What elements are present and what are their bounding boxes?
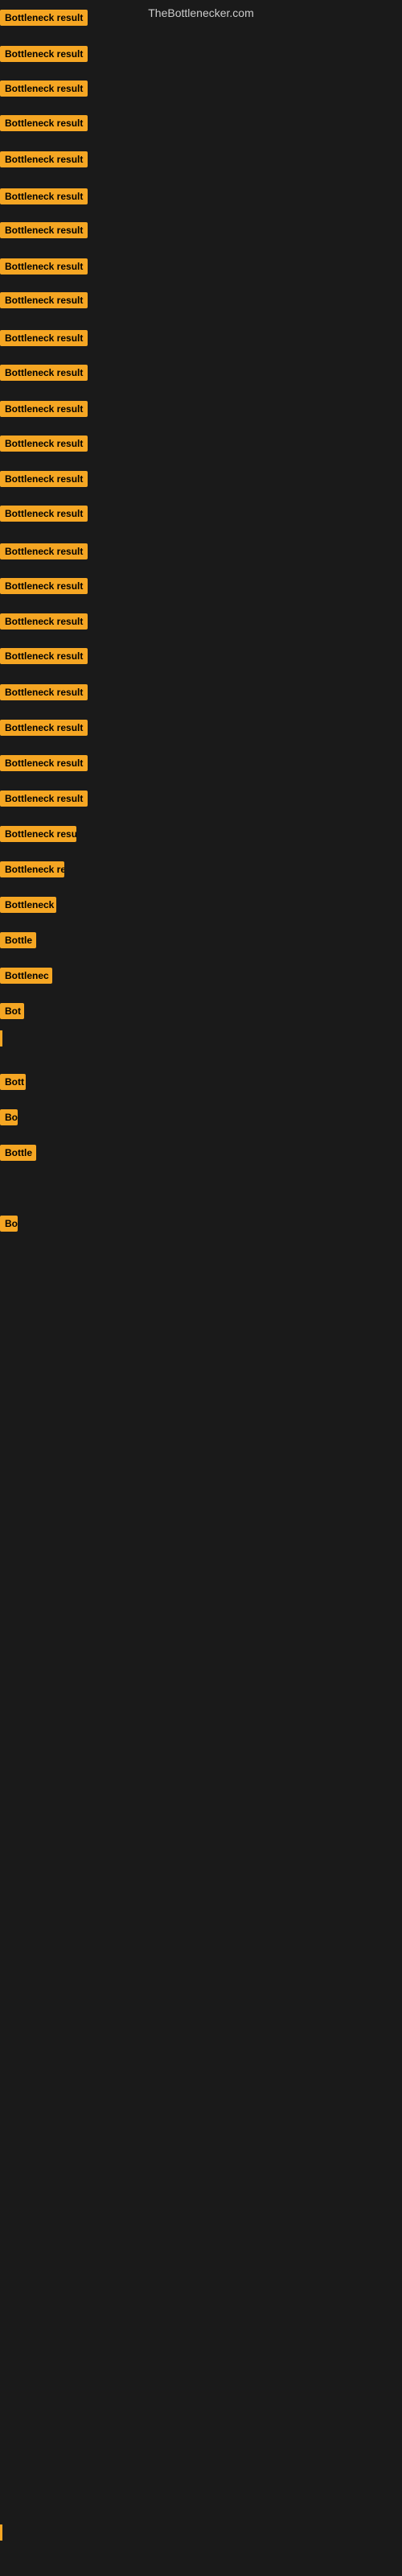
- bottleneck-badge[interactable]: Bottle: [0, 932, 36, 948]
- bottleneck-badge[interactable]: Bottleneck result: [0, 80, 88, 97]
- bottleneck-row: Bottleneck result: [0, 648, 88, 664]
- bottleneck-row: Bottleneck result: [0, 292, 88, 308]
- bottleneck-badge[interactable]: Bottleneck: [0, 897, 56, 913]
- bottleneck-badge[interactable]: Bottleneck result: [0, 684, 88, 700]
- bottleneck-row: Bottleneck result: [0, 861, 64, 877]
- bottleneck-badge[interactable]: Bottleneck result: [0, 506, 88, 522]
- bottleneck-row: Bo: [0, 1109, 18, 1125]
- bottleneck-row: Bottleneck result: [0, 115, 88, 131]
- bottleneck-badge[interactable]: Bottleneck result: [0, 188, 88, 204]
- bottleneck-row: Bottleneck result: [0, 791, 88, 807]
- bottleneck-badge[interactable]: Bottleneck result: [0, 151, 88, 167]
- bottleneck-badge[interactable]: Bottlenec: [0, 968, 52, 984]
- bottleneck-badge[interactable]: Bot: [0, 1003, 24, 1019]
- bottleneck-row: Bottleneck result: [0, 401, 88, 417]
- bottleneck-badge[interactable]: Bottleneck result: [0, 292, 88, 308]
- bottleneck-row: Bottleneck result: [0, 365, 88, 381]
- bottleneck-badge[interactable]: Bottleneck result: [0, 648, 88, 664]
- bottleneck-row: Bottlenec: [0, 968, 52, 984]
- bottleneck-badge[interactable]: Bottleneck result: [0, 791, 88, 807]
- bottleneck-row: Bottleneck result: [0, 80, 88, 97]
- bottleneck-badge[interactable]: Bottleneck result: [0, 46, 88, 62]
- bottleneck-row: Bottleneck result: [0, 330, 88, 346]
- bottleneck-row: Bottleneck result: [0, 151, 88, 167]
- bottleneck-row: Bottleneck result: [0, 258, 88, 275]
- bottleneck-row: Bottleneck result: [0, 826, 76, 842]
- bottleneck-badge[interactable]: Bottleneck result: [0, 436, 88, 452]
- bottleneck-badge[interactable]: Bo: [0, 1216, 18, 1232]
- bottleneck-badge[interactable]: Bottleneck result: [0, 10, 88, 26]
- bottleneck-badge[interactable]: Bottleneck result: [0, 543, 88, 559]
- bottleneck-badge[interactable]: Bottle: [0, 1145, 36, 1161]
- bottleneck-row: Bottleneck result: [0, 222, 88, 238]
- bottleneck-badge[interactable]: Bottleneck result: [0, 826, 76, 842]
- bottleneck-badge[interactable]: Bottleneck result: [0, 861, 64, 877]
- bottleneck-badge[interactable]: Bottleneck result: [0, 365, 88, 381]
- bottleneck-row: Bottle: [0, 1145, 36, 1161]
- bottleneck-badge[interactable]: Bottleneck result: [0, 222, 88, 238]
- bottleneck-row: Bottleneck result: [0, 684, 88, 700]
- bottleneck-badge[interactable]: Bottleneck result: [0, 578, 88, 594]
- bottleneck-row: Bottleneck result: [0, 755, 88, 771]
- bottleneck-badge[interactable]: Bott: [0, 1074, 26, 1090]
- bottleneck-row: Bottleneck result: [0, 613, 88, 630]
- bottleneck-row: Bottleneck result: [0, 10, 88, 26]
- bottleneck-row: Bottleneck result: [0, 471, 88, 487]
- bottleneck-row: Bottleneck result: [0, 506, 88, 522]
- bottleneck-badge[interactable]: Bottleneck result: [0, 471, 88, 487]
- bottleneck-badge[interactable]: Bottleneck result: [0, 258, 88, 275]
- bottleneck-row: Bot: [0, 1003, 24, 1019]
- site-title: TheBottlenecker.com: [148, 6, 254, 19]
- bottleneck-row: Bottleneck result: [0, 188, 88, 204]
- bottleneck-badge[interactable]: Bottleneck result: [0, 330, 88, 346]
- bottleneck-badge[interactable]: Bottleneck result: [0, 720, 88, 736]
- bottleneck-row: Bo: [0, 1216, 18, 1232]
- bottleneck-row: Bottleneck result: [0, 720, 88, 736]
- cursor-indicator: [0, 2524, 2, 2541]
- bottleneck-badge[interactable]: Bottleneck result: [0, 115, 88, 131]
- bottleneck-row: Bott: [0, 1074, 26, 1090]
- cursor-indicator: [0, 1030, 2, 1046]
- bottleneck-badge[interactable]: Bottleneck result: [0, 613, 88, 630]
- bottleneck-row: Bottleneck: [0, 897, 56, 913]
- bottleneck-row: Bottle: [0, 932, 36, 948]
- bottleneck-badge[interactable]: Bo: [0, 1109, 18, 1125]
- bottleneck-row: Bottleneck result: [0, 578, 88, 594]
- bottleneck-row: Bottleneck result: [0, 46, 88, 62]
- bottleneck-badge[interactable]: Bottleneck result: [0, 755, 88, 771]
- bottleneck-row: Bottleneck result: [0, 436, 88, 452]
- bottleneck-badge[interactable]: Bottleneck result: [0, 401, 88, 417]
- bottleneck-row: Bottleneck result: [0, 543, 88, 559]
